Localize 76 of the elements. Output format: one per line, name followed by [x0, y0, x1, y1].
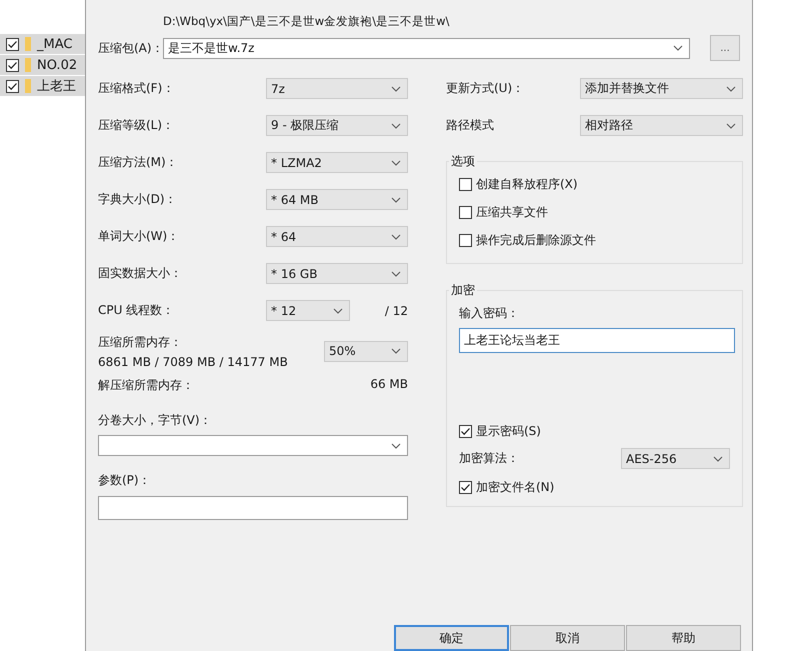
checkbox[interactable] — [459, 206, 472, 219]
chevron-icon — [391, 442, 401, 448]
file-name: _MAC — [37, 36, 72, 52]
chevron-icon — [713, 456, 723, 462]
chevron-icon — [391, 270, 401, 276]
chevron-icon — [333, 308, 343, 314]
setting-combo[interactable]: * LZMA2 — [266, 152, 408, 173]
chevron-icon — [391, 160, 401, 166]
chevron-icon — [391, 86, 401, 92]
chevron-icon — [726, 86, 736, 92]
chevron-icon — [673, 45, 683, 51]
password-label: 输入密码： — [459, 305, 520, 322]
browse-button[interactable]: ... — [710, 35, 740, 61]
setting-combo[interactable]: * 64 MB — [266, 189, 408, 210]
folder-icon — [25, 79, 31, 93]
setting-label: 压缩方法(M)： — [98, 154, 179, 171]
option-checkbox[interactable]: 创建自释放程序(X) — [459, 176, 730, 193]
decompress-memory-label: 解压缩所需内存： — [98, 377, 194, 394]
setting-combo[interactable]: 9 - 极限压缩 — [266, 115, 408, 136]
checkbox[interactable] — [459, 178, 472, 191]
volume-combo[interactable] — [98, 435, 408, 456]
file-list-item[interactable]: NO.02 — [0, 55, 85, 75]
setting-label: 单词大小(W)： — [98, 228, 180, 245]
encryption-method-label: 加密算法： — [459, 450, 519, 467]
setting-label: 固实数据大小： — [98, 265, 183, 282]
checkbox[interactable] — [459, 234, 472, 247]
file-name: NO.02 — [37, 58, 78, 72]
memory-combo[interactable]: 50% — [324, 340, 408, 362]
parameters-label: 参数(P)： — [98, 472, 152, 489]
chevron-icon — [726, 122, 736, 128]
encryption-method-combo[interactable]: AES-256 — [621, 448, 730, 469]
setting-label: 压缩格式(F)： — [98, 80, 176, 97]
volume-label: 分卷大小，字节(V)： — [98, 412, 213, 429]
memory-label: 压缩所需内存： — [98, 334, 183, 350]
decompress-memory-value: 66 MB — [370, 377, 408, 393]
show-password-checkbox[interactable]: 显示密码(S) — [459, 423, 730, 440]
memory-detail: 6861 MB / 7089 MB / 14177 MB — [98, 354, 288, 368]
archive-label: 压缩包(A)： — [98, 40, 163, 57]
thread-count: / 12 — [384, 304, 408, 318]
parameters-field[interactable] — [98, 496, 408, 520]
chevron-icon — [391, 234, 401, 240]
chevron-icon — [391, 196, 401, 202]
setting-combo[interactable]: * 16 GB — [266, 263, 408, 284]
option-checkbox[interactable]: 操作完成后删除源文件 — [459, 232, 730, 249]
password-field[interactable]: 上老王论坛当老王 — [459, 328, 735, 353]
setting-label: CPU 线程数： — [98, 302, 176, 319]
setting-combo[interactable]: 7z — [266, 78, 408, 99]
encrypt-names-checkbox[interactable]: 加密文件名(N) — [459, 479, 730, 496]
group-title: 选项 — [450, 153, 476, 170]
setting-combo[interactable]: * 12 — [266, 300, 350, 321]
chevron-icon — [391, 348, 401, 354]
path-mode-label: 路径模式 — [446, 117, 495, 134]
checkbox[interactable] — [459, 481, 472, 494]
update-mode-label: 更新方式(U)： — [446, 80, 526, 97]
file-name: 上老王 — [37, 78, 76, 95]
checkbox[interactable] — [6, 58, 19, 72]
setting-combo[interactable]: * 64 — [266, 226, 408, 247]
checkbox[interactable] — [459, 425, 472, 438]
archive-path: D:\Wbq\yx\国产\是三不是世w金发旗袍\是三不是世w\ — [163, 14, 450, 29]
setting-label: 字典大小(D)： — [98, 191, 178, 208]
checkbox[interactable] — [6, 80, 19, 92]
option-checkbox[interactable]: 压缩共享文件 — [459, 204, 730, 221]
path-mode-combo[interactable]: 相对路径 — [580, 115, 743, 136]
dialog-button[interactable]: 帮助 — [626, 625, 741, 651]
setting-label: 压缩等级(L)： — [98, 117, 176, 134]
folder-icon — [25, 37, 31, 51]
dialog-button[interactable]: 确定 — [394, 625, 509, 651]
dialog-button[interactable]: 取消 — [510, 625, 625, 651]
folder-icon — [25, 58, 31, 72]
archive-name-combo[interactable]: 是三不是世w.7z — [163, 38, 690, 58]
file-list-item[interactable]: _MAC — [0, 34, 85, 54]
group-title: 加密 — [450, 282, 476, 299]
checkbox[interactable] — [6, 38, 19, 50]
chevron-icon — [391, 122, 401, 128]
update-mode-combo[interactable]: 添加并替换文件 — [580, 78, 743, 99]
file-list-item[interactable]: 上老王 — [0, 76, 85, 96]
